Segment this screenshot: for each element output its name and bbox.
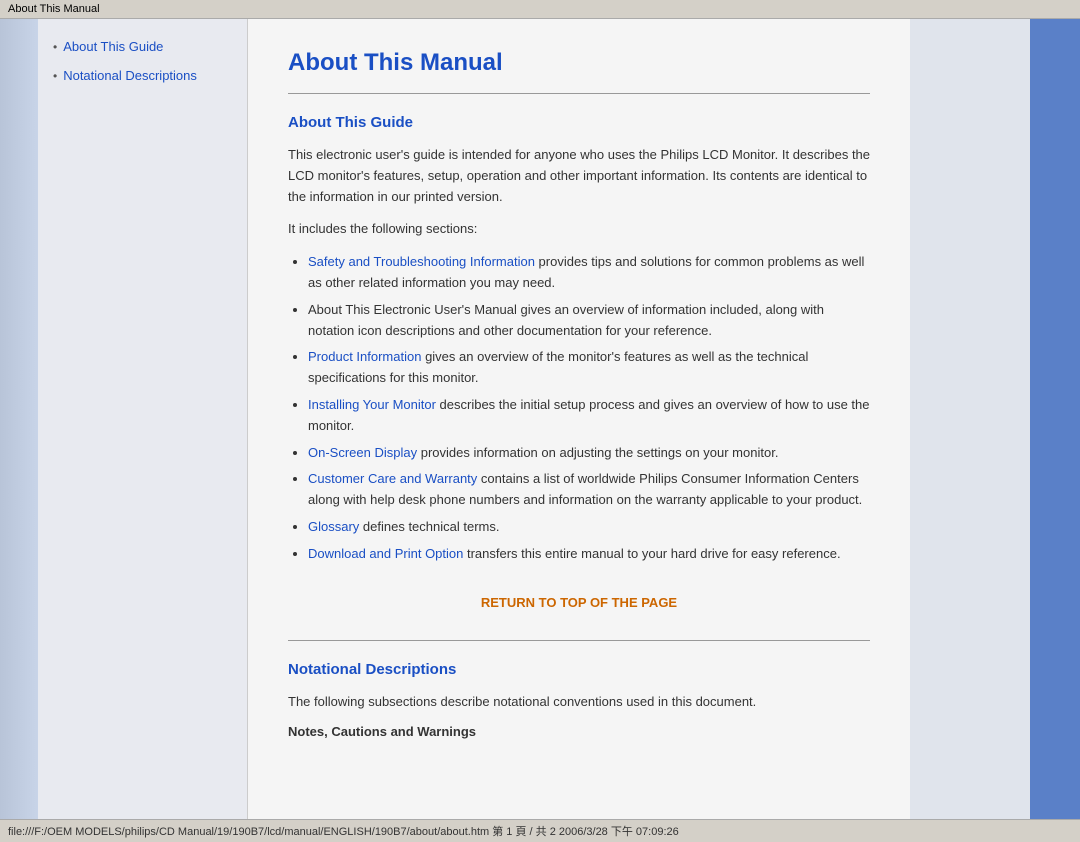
list-item-text-1: About This Electronic User's Manual give… [308, 302, 824, 338]
list-item: About This Electronic User's Manual give… [308, 300, 870, 342]
status-bar-text: file:///F:/OEM MODELS/philips/CD Manual/… [8, 826, 679, 838]
intro-paragraph-1: This electronic user's guide is intended… [288, 145, 870, 207]
title-bar: About This Manual [0, 0, 1080, 19]
list-item: Customer Care and Warranty contains a li… [308, 469, 870, 511]
list-item: Safety and Troubleshooting Information p… [308, 252, 870, 294]
list-item: On-Screen Display provides information o… [308, 443, 870, 464]
link-download-print[interactable]: Download and Print Option [308, 546, 463, 561]
link-product-info[interactable]: Product Information [308, 349, 421, 364]
return-to-top-link[interactable]: RETURN TO TOP OF THE PAGE [481, 595, 677, 610]
main-content: About This Manual About This Guide This … [248, 19, 910, 819]
section-title-notational: Notational Descriptions [288, 661, 870, 678]
sidebar-item-notational-descriptions[interactable]: • Notational Descriptions [53, 68, 232, 83]
page-title: About This Manual [288, 49, 870, 77]
sections-list: Safety and Troubleshooting Information p… [308, 252, 870, 564]
list-item: Download and Print Option transfers this… [308, 544, 870, 565]
link-osd[interactable]: On-Screen Display [308, 445, 417, 460]
divider-middle [288, 640, 870, 641]
list-item-text-4: provides information on adjusting the se… [417, 445, 778, 460]
right-accent-bar-2 [1030, 19, 1080, 819]
list-item-text-7: transfers this entire manual to your har… [463, 546, 840, 561]
link-customer-care[interactable]: Customer Care and Warranty [308, 471, 477, 486]
section-about-this-guide: About This Guide This electronic user's … [288, 114, 870, 565]
sidebar-link-notational-descriptions[interactable]: Notational Descriptions [63, 68, 197, 83]
notes-cautions-title: Notes, Cautions and Warnings [288, 724, 870, 739]
bullet-icon: • [53, 40, 57, 54]
notational-paragraph: The following subsections describe notat… [288, 692, 870, 713]
sidebar-link-about-this-guide[interactable]: About This Guide [63, 39, 163, 54]
sidebar-item-about-this-guide[interactable]: • About This Guide [53, 39, 232, 54]
link-glossary[interactable]: Glossary [308, 519, 359, 534]
list-item: Product Information gives an overview of… [308, 347, 870, 389]
right-accent-bar-1 [910, 19, 1030, 819]
list-item: Glossary defines technical terms. [308, 517, 870, 538]
link-installing-monitor[interactable]: Installing Your Monitor [308, 397, 436, 412]
main-layout: • About This Guide • Notational Descript… [0, 19, 1080, 819]
intro-paragraph-2: It includes the following sections: [288, 219, 870, 240]
title-bar-text: About This Manual [8, 3, 100, 15]
list-item-text-6: defines technical terms. [359, 519, 499, 534]
status-bar: file:///F:/OEM MODELS/philips/CD Manual/… [0, 819, 1080, 842]
list-item: Installing Your Monitor describes the in… [308, 395, 870, 437]
bullet-icon: • [53, 69, 57, 83]
link-safety[interactable]: Safety and Troubleshooting Information [308, 254, 535, 269]
section-title-about-this-guide: About This Guide [288, 114, 870, 131]
divider-top [288, 93, 870, 94]
section-notational-descriptions: Notational Descriptions The following su… [288, 661, 870, 740]
return-to-top-container: RETURN TO TOP OF THE PAGE [288, 595, 870, 610]
left-accent-bar [0, 19, 38, 819]
sidebar: • About This Guide • Notational Descript… [38, 19, 248, 819]
